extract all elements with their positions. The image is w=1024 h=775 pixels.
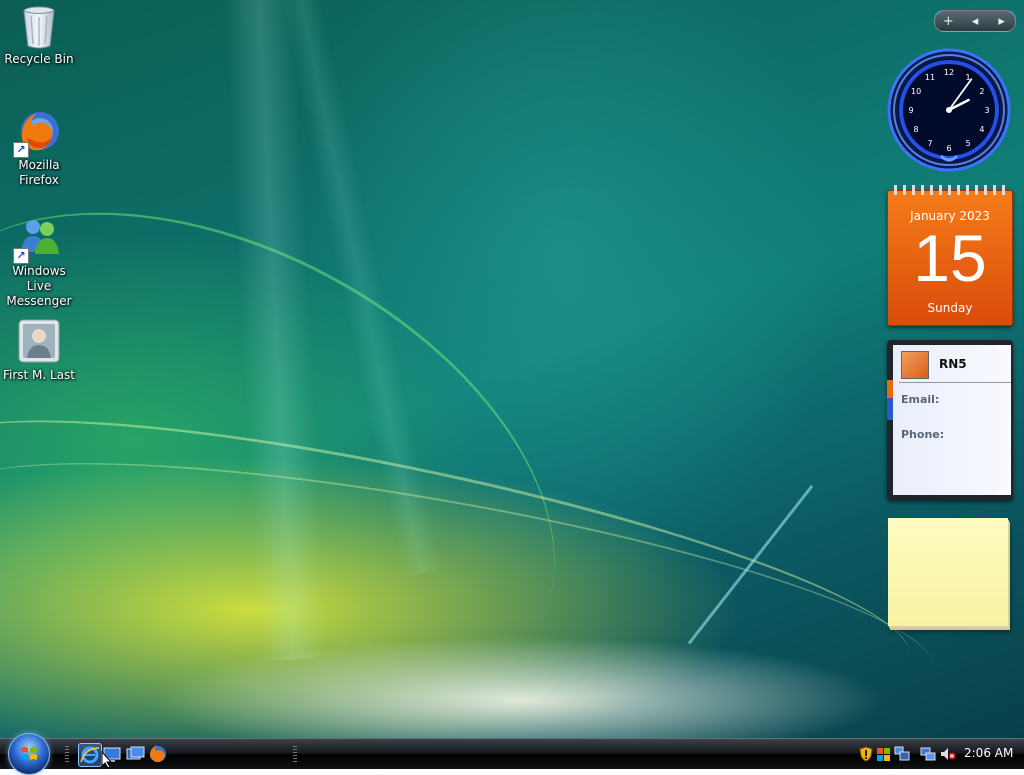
contact-card: RN5 Email: Phone: xyxy=(893,345,1011,495)
add-gadget-button[interactable]: + xyxy=(938,14,958,29)
contact-divider xyxy=(899,382,1011,383)
wallpaper-streak xyxy=(278,0,442,578)
desktop-icon-label: First M. Last xyxy=(2,368,76,382)
clock-number: 3 xyxy=(984,106,989,115)
network-icon[interactable] xyxy=(894,746,910,762)
contact-phone-label: Phone: xyxy=(901,428,945,441)
clock-number: 4 xyxy=(979,125,984,134)
calendar-day-number: 15 xyxy=(913,221,987,295)
desktop-icon-label: Windows Live Messenger xyxy=(6,264,72,308)
clock-number: 9 xyxy=(908,106,913,115)
desktop-icon-recycle-bin[interactable]: Recycle Bin xyxy=(0,2,78,67)
desktop-wallpaper: Recycle Bin ↗ Mozilla Firefox ↗ Windows xyxy=(0,0,1024,738)
wallpaper-streak xyxy=(0,110,639,738)
taskbar: 2:06 AM xyxy=(0,733,1024,775)
toolbar-grip[interactable] xyxy=(293,746,297,762)
sidebar-gadget-controls: + ◂ ▸ xyxy=(934,10,1016,32)
desktop-icon-label: Mozilla Firefox xyxy=(18,158,60,187)
clock-number: 5 xyxy=(965,139,970,148)
switch-windows-icon xyxy=(126,746,145,760)
clock-number: 10 xyxy=(911,87,921,96)
taskbar-clock[interactable]: 2:06 AM xyxy=(964,746,1013,760)
contact-name: RN5 xyxy=(939,357,967,371)
quick-launch-switch-windows[interactable] xyxy=(124,743,146,765)
internet-explorer-icon xyxy=(80,746,100,764)
security-shield-icon[interactable] xyxy=(858,746,874,762)
next-gadgets-button[interactable]: ▸ xyxy=(992,14,1012,29)
firefox-icon: ↗ xyxy=(13,108,63,158)
desktop-icon-user-folder[interactable]: First M. Last xyxy=(0,318,78,383)
wallpaper-streak xyxy=(0,414,947,738)
clock-gadget[interactable]: 12 1 2 3 4 5 6 7 8 9 10 11 xyxy=(886,48,1012,174)
network-connection-icon[interactable] xyxy=(920,746,936,762)
clock-number: 8 xyxy=(914,125,919,134)
calendar-weekday: Sunday xyxy=(927,301,973,315)
windows-logo-icon xyxy=(21,747,37,760)
messenger-icon: ↗ xyxy=(13,214,63,264)
user-folder-icon xyxy=(15,318,63,366)
wallpaper-streak xyxy=(0,367,927,736)
calendar-gadget[interactable]: January 2023 15 Sunday xyxy=(887,185,1013,326)
toolbar-grip[interactable] xyxy=(65,746,69,762)
shortcut-arrow-icon: ↗ xyxy=(13,142,29,158)
volume-muted-icon[interactable] xyxy=(940,746,956,762)
clock-number: 7 xyxy=(927,139,932,148)
contacts-gadget[interactable]: RN5 Email: Phone: xyxy=(887,340,1013,500)
calendar-binding-rings xyxy=(894,185,1006,195)
mouse-cursor-icon xyxy=(101,751,113,769)
wallpaper-streak xyxy=(221,0,329,662)
recycle-bin-icon xyxy=(15,2,63,50)
contact-email-label: Email: xyxy=(901,393,940,406)
desktop-icon-firefox[interactable]: ↗ Mozilla Firefox xyxy=(0,108,78,188)
clock-number: 2 xyxy=(979,87,984,96)
start-button[interactable] xyxy=(8,733,50,775)
clock-face: 121234567891011 xyxy=(887,48,1011,172)
clock-number: 6 xyxy=(946,144,951,153)
clock-number: 11 xyxy=(925,73,935,82)
clock-number: 12 xyxy=(944,68,954,77)
sticky-note-gadget[interactable] xyxy=(888,518,1008,626)
windows-update-icon[interactable] xyxy=(876,746,892,762)
shortcut-arrow-icon: ↗ xyxy=(13,248,29,264)
quick-launch-internet-explorer[interactable] xyxy=(78,743,102,767)
previous-gadgets-button[interactable]: ◂ xyxy=(965,14,985,29)
desktop-icon-messenger[interactable]: ↗ Windows Live Messenger xyxy=(0,214,78,309)
firefox-icon xyxy=(150,745,166,763)
contact-avatar xyxy=(901,351,929,379)
quick-launch-firefox[interactable] xyxy=(147,743,169,765)
desktop-icon-label: Recycle Bin xyxy=(4,52,74,66)
